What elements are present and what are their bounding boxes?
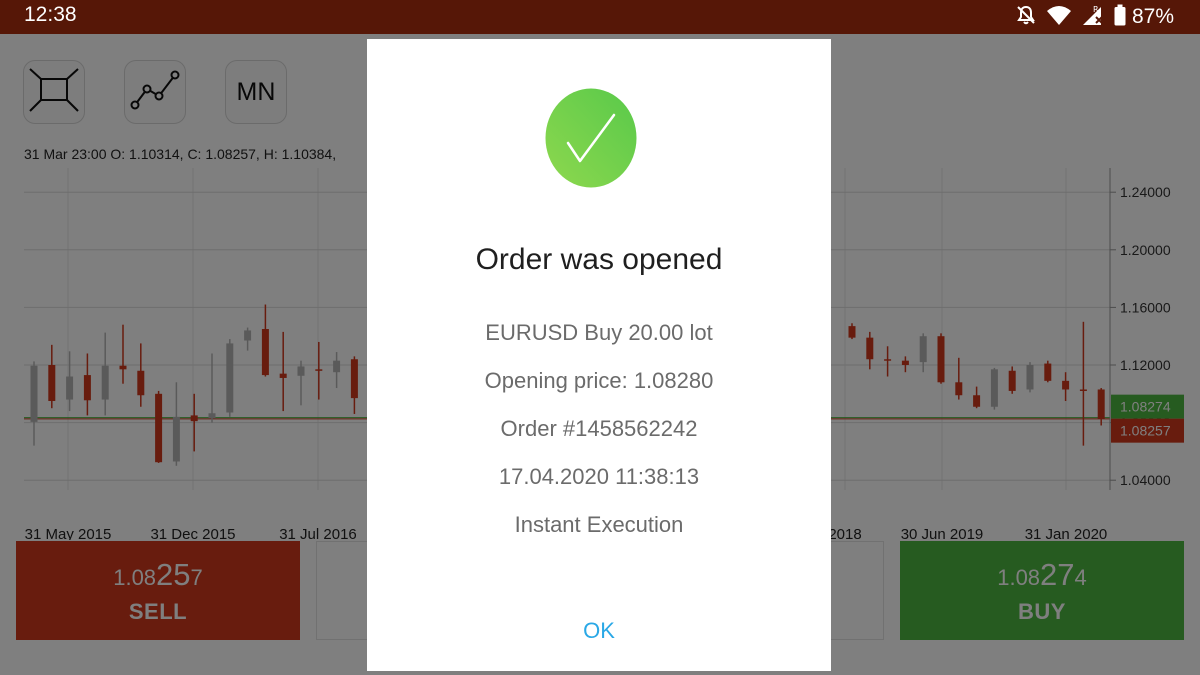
- app-screen: 12:38 R 87% Order was opened EURUSD Buy …: [0, 0, 1200, 675]
- order-confirmation-dialog: Order was opened EURUSD Buy 20.00 lot Op…: [367, 39, 831, 671]
- bell-off-icon: [1015, 4, 1037, 31]
- check-circle-icon: [545, 88, 637, 188]
- dialog-title: Order was opened: [475, 243, 723, 276]
- order-summary: EURUSD Buy 20.00 lot: [485, 320, 713, 345]
- status-bar: 12:38 R 87%: [0, 0, 1200, 34]
- execution-type: Instant Execution: [514, 512, 684, 537]
- signal-roaming-icon: R: [1081, 3, 1105, 32]
- ok-button[interactable]: OK: [549, 613, 649, 649]
- battery-icon: [1114, 4, 1126, 31]
- order-number: Order #1458562242: [500, 416, 698, 441]
- wifi-icon: [1046, 4, 1072, 31]
- battery-percent: 87%: [1131, 5, 1174, 28]
- svg-text:R: R: [1093, 5, 1099, 14]
- opening-price: Opening price: 1.08280: [484, 368, 714, 393]
- status-time: 12:38: [24, 3, 77, 26]
- status-icons: R 87%: [1015, 2, 1174, 32]
- order-timestamp: 17.04.2020 11:38:13: [498, 464, 700, 489]
